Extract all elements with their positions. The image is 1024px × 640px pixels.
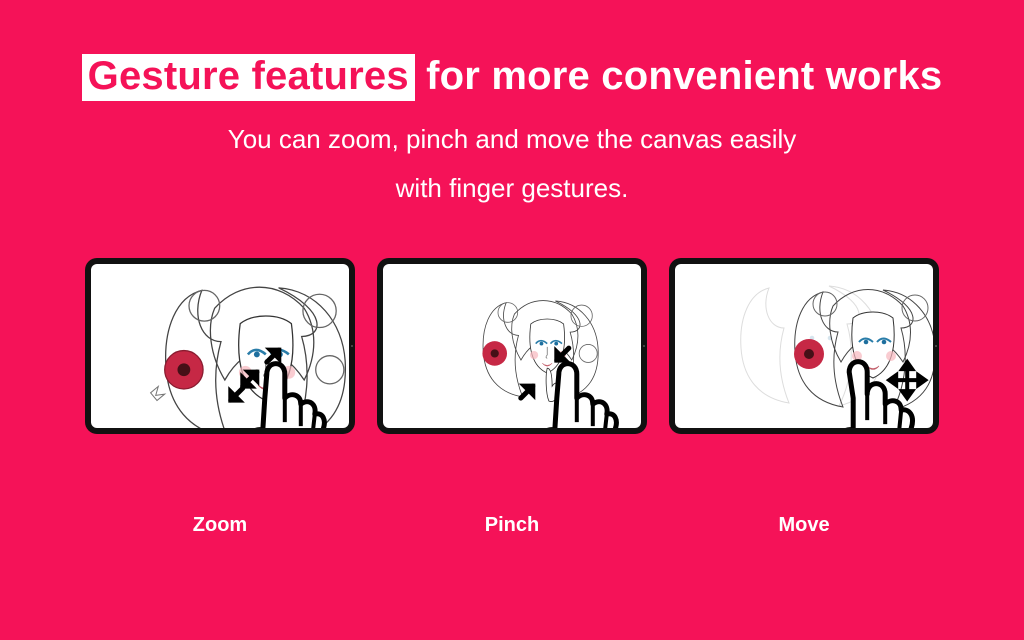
tile-caption: Pinch	[377, 514, 647, 537]
tablet-screen	[383, 264, 641, 428]
tablet-frame	[85, 258, 355, 434]
tile-caption: Zoom	[85, 514, 355, 537]
headline: Gesture features for more convenient wor…	[0, 54, 1024, 101]
tile-move: Move	[669, 258, 939, 537]
woman-flowers-illustration	[675, 264, 933, 428]
subheadline-line1: You can zoom, pinch and move the canvas …	[0, 115, 1024, 164]
tile-caption: Move	[669, 514, 939, 537]
hero: Gesture features for more convenient wor…	[0, 0, 1024, 214]
tablet-frame	[377, 258, 647, 434]
tablet-screen	[91, 264, 349, 428]
woman-flowers-illustration	[383, 264, 641, 428]
headline-highlight: Gesture features	[82, 54, 415, 101]
woman-flowers-illustration	[91, 264, 349, 428]
subheadline-line2: with finger gestures.	[0, 164, 1024, 213]
tablet-screen	[675, 264, 933, 428]
tablet-frame	[669, 258, 939, 434]
subheadline: You can zoom, pinch and move the canvas …	[0, 115, 1024, 214]
gesture-tiles: Zoom	[0, 258, 1024, 537]
tile-zoom: Zoom	[85, 258, 355, 537]
tile-pinch: Pinch	[377, 258, 647, 537]
headline-rest: for more convenient works	[426, 54, 942, 98]
